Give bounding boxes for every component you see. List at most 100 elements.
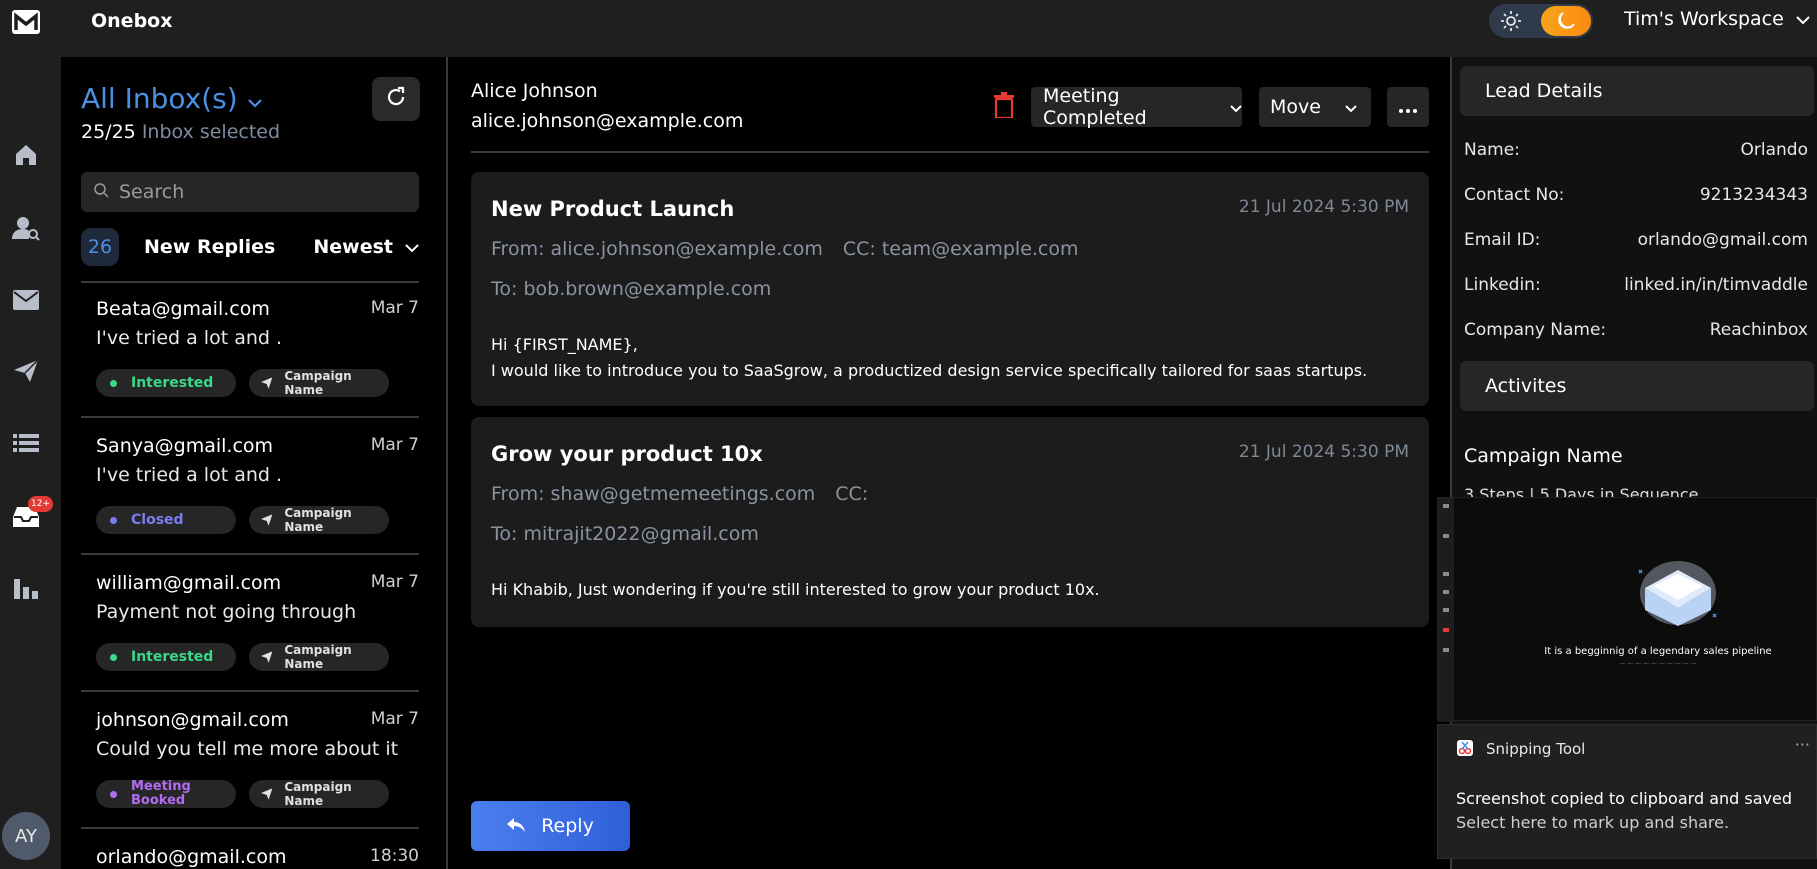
status-dropdown[interactable]: Meeting Completed [1031,85,1242,129]
thread-date: Mar 7 [370,572,419,592]
chevron-down-icon [247,82,262,115]
search-input[interactable] [119,181,409,203]
sender-name: Alice Johnson [471,80,598,102]
email-body-line: I would like to introduce you to SaaSgro… [491,361,1368,380]
preview-tagline: It is a begginnig of a legendary sales p… [1544,646,1772,657]
sun-icon[interactable] [1497,8,1525,34]
thread-email: johnson@gmail.com [96,709,289,731]
lead-field-value[interactable]: linked.in/in/timvaddle [1624,275,1808,295]
lead-field-name: Name: Orlando [1464,140,1808,160]
thread-date: Mar 7 [370,298,419,318]
thread-date: 18:30 [370,846,419,866]
lead-field-label: Name: [1464,140,1520,160]
status-dot [110,653,117,661]
thread-item[interactable]: Beata@gmail.com Mar 7 I've tried a lot a… [81,283,419,418]
bar-chart-icon[interactable] [12,573,40,601]
reply-button[interactable]: Reply [471,801,630,851]
move-dropdown[interactable]: Move [1259,87,1371,127]
campaign-badge[interactable]: Campaign Name [249,506,389,534]
avatar[interactable]: AY [2,812,50,860]
email-message[interactable]: New Product Launch 21 Jul 2024 5:30 PM F… [471,172,1429,406]
inbox-title: All Inbox(s) [81,82,238,115]
delete-button[interactable] [991,92,1017,122]
lead-field-value: Reachinbox [1709,320,1808,340]
notification-title: Screenshot copied to clipboard and saved [1456,789,1792,808]
mail-logo-icon[interactable] [12,10,40,34]
send-icon [261,788,273,800]
snipping-tool-notification[interactable]: Snipping Tool ··· Screenshot copied to c… [1437,724,1817,859]
workspace-selector[interactable]: Tim's Workspace [1624,8,1810,30]
status-dot [110,516,117,524]
thread-email: william@gmail.com [96,572,282,594]
email-from: From: alice.johnson@example.com [491,238,823,260]
home-icon[interactable] [12,141,40,169]
send-icon[interactable] [12,357,40,385]
email-cc: CC: [835,483,869,505]
campaign-label: Campaign Name [284,369,352,397]
chevron-down-icon [1345,96,1357,118]
lead-field-value: orlando@gmail.com [1637,230,1808,250]
campaign-badge[interactable]: Campaign Name [249,369,389,397]
thread-view: Alice Johnson alice.johnson@example.com … [450,57,1448,869]
snip-preview-thumbnail[interactable]: It is a begginnig of a legendary sales p… [1437,497,1817,722]
mini-icon [1443,572,1449,576]
chevron-down-icon [405,236,419,258]
status-label: Meeting Booked [131,779,191,808]
thread-item[interactable]: orlando@gmail.com 18:30 [81,831,419,869]
thread-date: Mar 7 [370,709,419,729]
inbox-selected-label: Inbox selected [141,121,281,143]
email-body-line: Hi {FIRST_NAME}, [491,335,638,354]
email-subject: New Product Launch [491,197,735,221]
campaign-badge[interactable]: Campaign Name [249,643,389,671]
top-bar: Onebox Tim's Workspace [61,0,1817,57]
status-dropdown-value: Meeting Completed [1043,85,1147,129]
inbox-selector[interactable]: All Inbox(s) [81,82,262,115]
divider [471,151,1429,153]
new-replies-count: 26 [81,228,119,266]
status-label: Interested [131,375,214,391]
mini-icon [1443,504,1449,508]
more-icon[interactable]: ··· [1795,735,1810,754]
workspace-name: Tim's Workspace [1624,8,1784,30]
refresh-icon [385,86,407,112]
status-badge: Closed [96,506,236,534]
thread-preview: I've tried a lot and . [96,464,283,486]
app-root: 12+ AY Onebox Tim's Workspace All Inbox(… [0,0,1817,869]
email-message[interactable]: Grow your product 10x 21 Jul 2024 5:30 P… [471,417,1429,627]
send-icon [261,514,273,526]
inbox-panel: All Inbox(s) 25/25 Inbox selected 26 New… [61,57,448,869]
email-from-row: From: shaw@getmemeetings.com CC: [491,483,868,505]
more-options-button[interactable] [1387,87,1429,127]
thread-item[interactable]: johnson@gmail.com Mar 7 Could you tell m… [81,694,419,829]
new-replies-label[interactable]: New Replies [144,236,275,258]
mini-icon [1443,590,1449,594]
list-icon[interactable] [12,429,40,457]
refresh-button[interactable] [372,77,420,121]
thread-email: Sanya@gmail.com [96,435,274,457]
theme-toggle[interactable] [1489,4,1593,38]
email-to: To: mitrajit2022@gmail.com [491,523,759,545]
brand-name: Onebox [91,10,173,32]
campaign-badge[interactable]: Campaign Name [249,780,389,808]
status-dot [110,379,117,387]
send-icon [261,651,273,663]
thread-item[interactable]: Sanya@gmail.com Mar 7 I've tried a lot a… [81,420,419,555]
mini-icon [1443,534,1449,538]
lead-details-header: Lead Details [1460,66,1814,116]
status-label: Interested [131,649,214,665]
lead-field-label: Email ID: [1464,230,1541,250]
move-dropdown-value: Move [1270,96,1321,118]
search-box[interactable] [81,172,419,212]
moon-icon[interactable] [1541,6,1591,36]
send-icon [261,377,273,389]
thread-item[interactable]: william@gmail.com Mar 7 Payment not goin… [81,557,419,692]
email-cc: CC: team@example.com [842,238,1079,260]
email-subject: Grow your product 10x [491,442,763,466]
sort-selector[interactable]: Newest [313,236,419,258]
mail-icon[interactable] [12,286,40,314]
reply-icon [507,815,526,837]
inbox-selected-summary: 25/25 Inbox selected [81,121,280,143]
user-search-icon[interactable] [12,214,40,242]
trash-icon [993,92,1015,122]
status-dot [110,790,117,798]
